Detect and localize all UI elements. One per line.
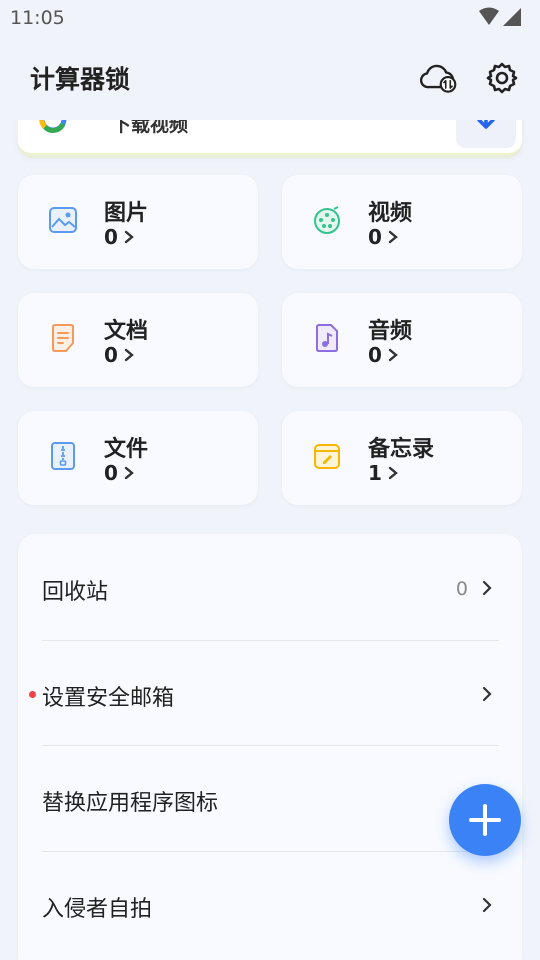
chevron-right-icon <box>124 230 134 244</box>
chevron-right-icon <box>482 686 492 702</box>
tile-label: 文件 <box>104 437 149 462</box>
menu-item-label: 回收站 <box>42 580 109 605</box>
audio-icon <box>312 323 342 355</box>
video-icon <box>312 205 342 237</box>
tile-label: 音频 <box>368 319 413 344</box>
chevron-right-icon <box>388 466 398 480</box>
status-time: 11:05 <box>10 7 65 29</box>
tile-audio[interactable]: 音频 0 <box>282 293 522 387</box>
page-title: 计算器锁 <box>30 65 131 94</box>
tile-label: 图片 <box>104 201 149 226</box>
app-bar: 计算器锁 <box>0 50 540 110</box>
menu-item-label: 替换应用程序图标 <box>42 791 219 816</box>
chevron-right-icon <box>388 348 398 362</box>
document-icon <box>48 323 78 355</box>
chevron-right-icon <box>124 466 134 480</box>
tile-videos[interactable]: 视频 0 <box>282 175 522 269</box>
tile-count: 0 <box>368 343 398 367</box>
tile-label: 备忘录 <box>368 437 435 462</box>
tile-count: 1 <box>368 461 398 485</box>
tile-count-value: 0 <box>104 461 118 485</box>
settings-list: 回收站 0 设置安全邮箱 替换应用程序图标 入侵者自拍 <box>18 534 522 960</box>
menu-item-intruder-selfie[interactable]: 入侵者自拍 <box>18 851 522 956</box>
tile-images[interactable]: 图片 0 <box>18 175 258 269</box>
notification-dot <box>29 691 36 698</box>
tile-count: 0 <box>104 225 134 249</box>
chevron-right-icon <box>482 897 492 913</box>
note-icon <box>312 441 342 473</box>
plus-icon <box>469 804 501 836</box>
tile-count: 0 <box>368 225 398 249</box>
menu-item-label: 设置安全邮箱 <box>42 686 175 711</box>
add-fab-button[interactable] <box>449 784 521 856</box>
tile-count-value: 0 <box>104 225 118 249</box>
tile-count: 0 <box>104 343 134 367</box>
menu-item-change-app-icon[interactable]: 替换应用程序图标 <box>18 745 522 850</box>
chevron-right-icon <box>124 348 134 362</box>
wifi-icon <box>479 7 499 25</box>
status-bar: 11:05 <box>0 0 540 40</box>
tile-documents[interactable]: 文档 0 <box>18 293 258 387</box>
tile-count-value: 0 <box>368 225 382 249</box>
app-screen: 下载视频 11:05 计算器锁 图片 0 视频 0 文档 0 音频 0 文件 0… <box>0 0 540 960</box>
tile-count-value: 0 <box>368 343 382 367</box>
chevron-right-icon <box>388 230 398 244</box>
menu-item-secure-email[interactable]: 设置安全邮箱 <box>18 640 522 745</box>
recycle-bin-count: 0 <box>455 578 468 600</box>
chevron-right-icon <box>482 580 492 596</box>
tile-count-value: 0 <box>104 343 118 367</box>
tile-count: 0 <box>104 461 134 485</box>
image-icon <box>48 205 78 237</box>
file-zip-icon <box>48 441 78 473</box>
settings-gear-icon[interactable] <box>482 58 522 98</box>
status-icons <box>478 7 522 27</box>
tile-count-value: 1 <box>368 461 382 485</box>
menu-item-recycle-bin[interactable]: 回收站 0 <box>18 534 522 639</box>
signal-icon <box>503 8 521 26</box>
tile-files[interactable]: 文件 0 <box>18 411 258 505</box>
tile-label: 文档 <box>104 319 149 344</box>
tile-notes[interactable]: 备忘录 1 <box>282 411 522 505</box>
cloud-sync-icon[interactable] <box>418 58 458 98</box>
tile-label: 视频 <box>368 201 413 226</box>
menu-item-label: 入侵者自拍 <box>42 897 153 922</box>
